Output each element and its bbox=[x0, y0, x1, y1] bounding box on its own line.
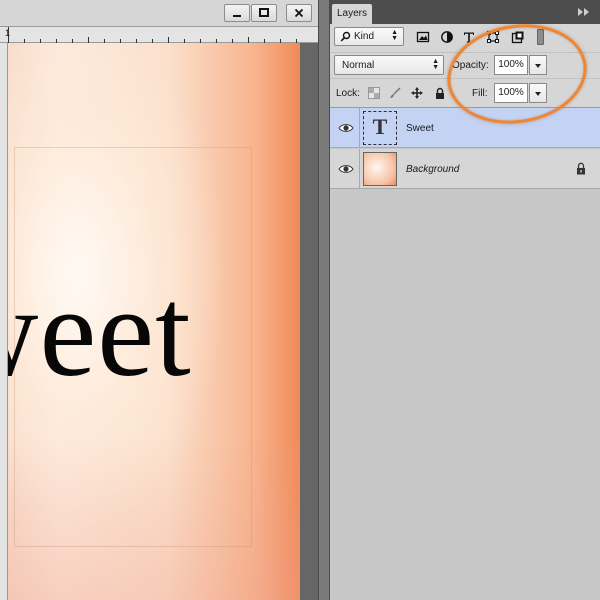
document-canvas[interactable]: weet bbox=[8, 43, 300, 600]
text-layer-thumbnail[interactable]: T bbox=[363, 111, 397, 145]
chevron-down-icon bbox=[535, 92, 541, 96]
lock-fill-bar: Lock: Fill: 100% bbox=[330, 78, 600, 106]
layer-name[interactable]: Sweet bbox=[406, 123, 434, 134]
blend-opacity-bar: Normal ▲ ▼ Opacity: 100% bbox=[330, 52, 600, 77]
search-icon bbox=[340, 31, 351, 45]
lock-image-pixels-icon[interactable] bbox=[389, 87, 401, 99]
type-layer-icon: T bbox=[372, 114, 388, 139]
fill-label: Fill: bbox=[472, 88, 488, 99]
maximize-icon bbox=[252, 5, 276, 21]
layer-filter-bar: Kind ▲ ▼ bbox=[330, 24, 600, 51]
layer-row-sweet[interactable]: T Sweet bbox=[330, 108, 600, 148]
tab-layers[interactable]: Layers bbox=[332, 4, 372, 24]
fill-slider-button[interactable] bbox=[529, 83, 547, 103]
close-icon bbox=[287, 5, 311, 21]
background-layer-thumbnail[interactable] bbox=[363, 152, 397, 186]
horizontal-ruler: 1 bbox=[0, 27, 318, 43]
up-down-arrows-icon: ▲ ▼ bbox=[391, 29, 398, 42]
fill-input[interactable]: 100% bbox=[494, 83, 528, 103]
panel-splitter[interactable] bbox=[318, 0, 330, 600]
minimize-button[interactable] bbox=[224, 4, 250, 22]
eye-icon[interactable] bbox=[338, 162, 354, 176]
lock-position-icon[interactable] bbox=[411, 87, 423, 99]
smart-object-filter-icon[interactable] bbox=[511, 30, 525, 44]
document-window: 1 weet bbox=[0, 0, 318, 600]
layers-list[interactable]: T Sweet Background bbox=[330, 107, 600, 600]
lock-label: Lock: bbox=[336, 88, 360, 99]
opacity-label: Opacity: bbox=[452, 60, 489, 71]
ruler-ticks bbox=[8, 27, 297, 43]
canvas-text[interactable]: weet bbox=[8, 268, 192, 396]
layers-panel: Layers Kind ▲ ▼ Normal ▲ ▼ Opacity: 100%… bbox=[330, 0, 600, 600]
layer-name[interactable]: Background bbox=[406, 164, 459, 175]
filter-kind-select[interactable]: Kind ▲ ▼ bbox=[334, 27, 404, 46]
up-down-arrows-icon: ▲ ▼ bbox=[432, 58, 439, 71]
minimize-icon bbox=[225, 5, 249, 21]
filter-toggle-switch[interactable] bbox=[537, 29, 544, 45]
double-arrow-icon bbox=[578, 8, 589, 16]
pixel-filter-icon[interactable] bbox=[416, 30, 430, 44]
chevron-down-icon bbox=[535, 64, 541, 68]
adjustment-filter-icon[interactable] bbox=[440, 30, 454, 44]
blend-mode-value: Normal bbox=[342, 60, 375, 71]
maximize-button[interactable] bbox=[251, 4, 277, 22]
filter-kind-label: Kind bbox=[354, 31, 375, 42]
eye-icon[interactable] bbox=[338, 121, 354, 135]
panel-tab-bar: Layers bbox=[330, 0, 600, 24]
document-title-bar[interactable] bbox=[0, 0, 318, 27]
lock-icon[interactable] bbox=[576, 162, 586, 175]
opacity-input[interactable]: 100% bbox=[494, 55, 528, 75]
opacity-slider-button[interactable] bbox=[529, 55, 547, 75]
lock-all-icon[interactable] bbox=[434, 87, 446, 99]
visibility-column-divider bbox=[359, 108, 360, 148]
blend-mode-select[interactable]: Normal ▲ ▼ bbox=[334, 55, 444, 75]
vertical-ruler bbox=[0, 43, 8, 600]
lock-transparent-pixels-icon[interactable] bbox=[368, 87, 380, 99]
visibility-column-divider bbox=[359, 149, 360, 189]
panel-collapse-button[interactable] bbox=[576, 6, 592, 18]
shape-filter-icon[interactable] bbox=[486, 30, 500, 44]
document-pasteboard bbox=[300, 43, 318, 600]
type-filter-icon[interactable] bbox=[462, 30, 476, 44]
close-button[interactable] bbox=[286, 4, 312, 22]
layer-row-background[interactable]: Background bbox=[330, 149, 600, 189]
ruler-number: 1 bbox=[5, 28, 11, 38]
